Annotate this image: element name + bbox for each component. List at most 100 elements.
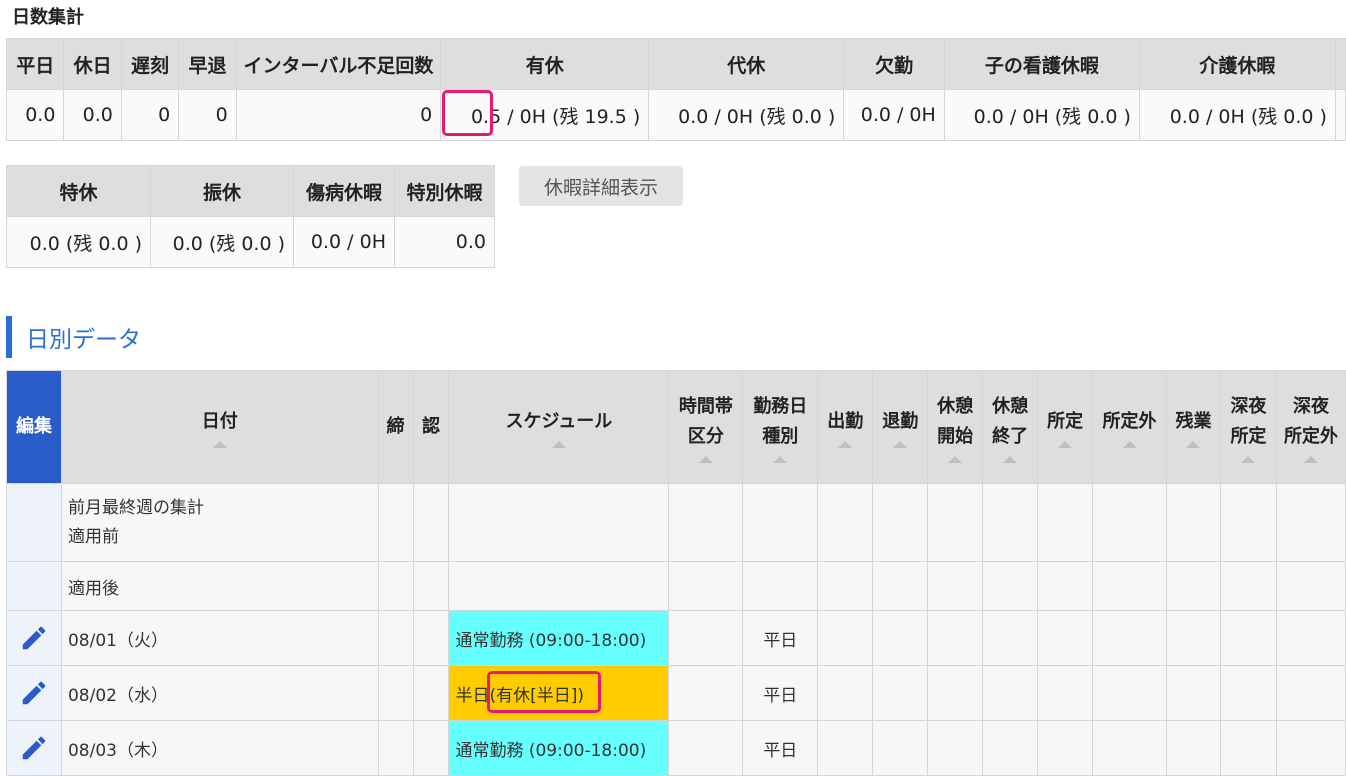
- empty-cell: [927, 561, 984, 611]
- column-break-end[interactable]: 休憩 終了: [982, 370, 1039, 484]
- sort-arrow-icon[interactable]: [1186, 440, 1201, 448]
- column-late-night-non-scheduled-line1: 深夜: [1292, 395, 1329, 417]
- column-non-scheduled[interactable]: 所定外: [1092, 370, 1168, 484]
- column-overtime-label: 残業: [1175, 410, 1212, 432]
- summary-title: 日数集計: [12, 7, 84, 28]
- close-cell: [377, 610, 414, 666]
- pencil-edit-icon[interactable]: [19, 733, 49, 763]
- column-scheduled[interactable]: 所定: [1037, 370, 1094, 484]
- sort-arrow-icon[interactable]: [1241, 455, 1256, 463]
- date-cell: 08/01（火）: [60, 610, 379, 666]
- column-overtime[interactable]: 残業: [1166, 370, 1221, 484]
- column-clock-out[interactable]: 退勤: [872, 370, 929, 484]
- column-close-label: 締: [386, 416, 405, 437]
- edit-cell: [6, 665, 62, 721]
- value-weekday: 0.0: [5, 89, 65, 141]
- empty-cell: [982, 610, 1039, 666]
- empty-cell: [448, 561, 670, 611]
- empty-cell: [1166, 665, 1221, 721]
- schedule-cell: 通常勤務 (09:00-18:00): [448, 720, 670, 776]
- column-schedule[interactable]: スケジュール: [448, 370, 670, 484]
- summary-table-2: 特休 振休 傷病休暇 特別休暇 0.0 (残 0.0 ) 0.0 (残 0.0 …: [6, 165, 495, 268]
- empty-cell: [1219, 610, 1277, 666]
- column-late-night-non-scheduled[interactable]: 深夜 所定外: [1275, 370, 1346, 484]
- summary-row-before: 前月最終週の集計 適用前: [6, 483, 1346, 562]
- empty-cell: [1275, 610, 1346, 666]
- schedule-cell: 通常勤務 (09:00-18:00): [448, 610, 670, 666]
- empty-cell: [412, 483, 450, 562]
- column-break-start-line2: 開始: [937, 425, 974, 447]
- summary-label-line2: 適用前: [67, 526, 119, 547]
- summary-row-after: 適用後: [6, 561, 1346, 611]
- empty-cell: [872, 720, 929, 776]
- sort-arrow-icon[interactable]: [1058, 440, 1073, 448]
- value-interval-shortage: 0: [235, 89, 442, 141]
- value-compensatory-leave: 0.0 (残 0.0 ): [150, 216, 294, 268]
- empty-cell: [1037, 483, 1094, 562]
- column-clock-in[interactable]: 出勤: [817, 370, 874, 484]
- value-overflow: [1334, 89, 1346, 141]
- column-time-zone[interactable]: 時間帯 区分: [668, 370, 744, 484]
- summary-table-1: 平日 休日 遅刻 早退 インターバル不足回数 有休 代休 欠勤 子の看護休暇 介…: [5, 38, 1346, 141]
- summary-label-line1: 前月最終週の集計: [67, 497, 204, 518]
- sort-arrow-icon[interactable]: [212, 440, 227, 448]
- empty-cell: [1275, 720, 1346, 776]
- column-break-start[interactable]: 休憩 開始: [927, 370, 984, 484]
- sort-arrow-icon[interactable]: [893, 440, 908, 448]
- column-date[interactable]: 日付: [60, 370, 379, 484]
- time-zone-cell: [668, 610, 744, 666]
- column-edit: 編集: [6, 370, 62, 484]
- column-late-night-scheduled[interactable]: 深夜 所定: [1219, 370, 1277, 484]
- edit-cell: [6, 610, 62, 666]
- sort-arrow-icon[interactable]: [1303, 455, 1318, 463]
- column-late-night-scheduled-line1: 深夜: [1230, 395, 1267, 417]
- value-nursing-care-leave: 0.0 / 0H (残 0.0 ): [1138, 89, 1336, 141]
- daily-data-heading: 日別データ: [6, 316, 141, 358]
- header-child-care-leave: 子の看護休暇: [943, 38, 1140, 90]
- approve-cell: [412, 665, 450, 721]
- close-cell: [377, 665, 414, 721]
- empty-cell: [927, 483, 984, 562]
- empty-cell: [1275, 665, 1346, 721]
- header-weekday: 平日: [5, 38, 65, 90]
- edit-cell: [6, 720, 62, 776]
- work-day-type-cell: 平日: [742, 610, 819, 666]
- empty-cell: [1092, 610, 1168, 666]
- approve-cell: [412, 610, 450, 666]
- pencil-edit-icon[interactable]: [19, 678, 49, 708]
- empty-cell: [1166, 483, 1221, 562]
- empty-cell: [1037, 665, 1094, 721]
- column-clock-out-label: 退勤: [882, 410, 919, 432]
- column-work-day-type[interactable]: 勤務日 種別: [742, 370, 819, 484]
- sort-arrow-icon[interactable]: [1003, 455, 1018, 463]
- date-cell: 08/03（木）: [60, 720, 379, 776]
- column-work-day-type-line1: 勤務日: [753, 395, 808, 417]
- close-cell: [377, 720, 414, 776]
- sort-arrow-icon[interactable]: [948, 455, 963, 463]
- header-overflow: [1334, 38, 1346, 90]
- sort-arrow-icon[interactable]: [838, 440, 853, 448]
- column-approve: 認: [412, 370, 450, 484]
- sort-arrow-icon[interactable]: [773, 455, 788, 463]
- empty-cell: [668, 561, 744, 611]
- empty-cell: [1092, 720, 1168, 776]
- pencil-edit-icon[interactable]: [19, 623, 49, 653]
- empty-cell: [817, 483, 874, 562]
- empty-cell: [448, 483, 670, 562]
- leave-detail-button[interactable]: 休暇詳細表示: [519, 166, 683, 206]
- table-row: 08/01（火） 通常勤務 (09:00-18:00) 平日: [6, 610, 1346, 666]
- time-zone-cell: [668, 665, 744, 721]
- sort-arrow-icon[interactable]: [551, 440, 566, 448]
- empty-cell: [1219, 561, 1277, 611]
- column-close: 締: [377, 370, 414, 484]
- column-edit-label: 編集: [15, 416, 52, 437]
- empty-cell: [1037, 561, 1094, 611]
- sort-arrow-icon[interactable]: [1122, 440, 1137, 448]
- sort-arrow-icon[interactable]: [698, 455, 713, 463]
- header-interval-shortage: インターバル不足回数: [235, 38, 442, 90]
- empty-cell: [377, 561, 414, 611]
- header-paid-leave: 有休: [440, 38, 650, 90]
- value-special-leave: 0.0 (残 0.0 ): [6, 216, 151, 268]
- column-scheduled-label: 所定: [1047, 410, 1084, 432]
- approve-cell: [412, 720, 450, 776]
